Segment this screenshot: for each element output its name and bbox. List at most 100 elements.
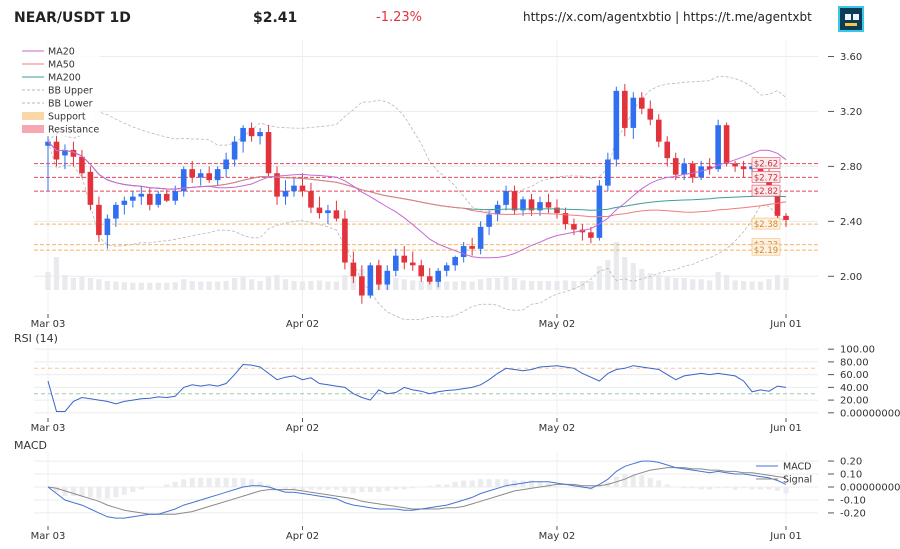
macd-histogram-bar: [147, 487, 153, 488]
macd-line: [47, 460, 787, 519]
macd-histogram-bar: [189, 477, 195, 487]
volume-bar: [690, 279, 696, 290]
x-tick-label: Apr 02: [286, 531, 319, 542]
x-tick-label: Jun 01: [769, 423, 802, 434]
candle-body: [359, 276, 365, 296]
y-tick-label: 100.00: [840, 345, 875, 356]
volume-bar: [545, 281, 552, 290]
macd-histogram-bar: [316, 487, 322, 490]
macd-histogram-bar: [350, 487, 356, 494]
candle-body: [689, 163, 696, 178]
volume-bar: [698, 279, 704, 290]
y-tick-label: 3.20: [840, 107, 862, 118]
macd-histogram-bar: [113, 487, 119, 498]
price-legend: MA20 MA50 MA200 BB Upper BB Lower Support Resi…: [16, 42, 100, 136]
x-tick-label: Mar 03: [31, 423, 66, 434]
volume-bar: [740, 281, 747, 290]
volume-bar: [299, 281, 306, 290]
volume-bar: [223, 281, 229, 290]
macd-histogram-bar: [715, 487, 721, 489]
y-tick-label: 0.00000000: [840, 408, 900, 419]
volume-bar: [257, 281, 263, 290]
volume-bar: [613, 242, 619, 290]
candle-body: [291, 185, 297, 192]
candle-body: [647, 108, 654, 120]
y-tick-label: 20.00: [840, 396, 869, 407]
candle-body: [155, 193, 162, 205]
volume-bar: [486, 278, 492, 290]
macd-histogram-bar: [359, 487, 365, 493]
y-tick-label: 0.20: [840, 457, 862, 468]
rsi-panel: RSI (14) 0.0000000020.00 40.00 60.00 80.0010…: [14, 332, 900, 434]
volume-bar: [596, 266, 602, 290]
level-label: $2.19: [754, 246, 778, 256]
candle-body: [452, 257, 458, 266]
x-tick-label: Mar 03: [31, 319, 66, 330]
candle-body: [163, 193, 170, 201]
candle-body: [223, 159, 229, 170]
macd-histogram-bar: [376, 487, 382, 493]
candle-body: [622, 90, 628, 128]
candle-body: [426, 276, 433, 282]
volume-bar: [673, 278, 679, 290]
x-tick-label: Apr 02: [286, 423, 319, 434]
volume-bar: [138, 282, 144, 290]
macd-histogram-bar: [232, 477, 238, 487]
candle-body: [443, 265, 450, 271]
volume-bar: [630, 263, 636, 290]
y-tick-label: 2.40: [840, 217, 862, 228]
level-label: $2.72: [754, 173, 778, 183]
candle-body: [732, 163, 738, 167]
volume-bar: [333, 281, 340, 290]
candle-body: [681, 163, 688, 175]
macd-histogram-bar: [478, 479, 484, 487]
y-tick-label: 40.00: [840, 383, 869, 394]
macd-histogram-bar: [766, 487, 772, 490]
candle-body: [189, 169, 196, 178]
volume-bar: [45, 272, 51, 290]
volume-bar: [130, 282, 136, 290]
volume-bar: [70, 278, 77, 290]
volume-bar: [774, 275, 781, 290]
rsi-line: [47, 363, 787, 412]
volume-bar: [647, 273, 653, 290]
volume-bar: [554, 281, 560, 290]
candle-body: [588, 232, 594, 238]
macd-histogram-bar: [308, 487, 314, 490]
volume-bar: [469, 281, 475, 290]
legend-swatch: [22, 125, 44, 133]
macd-histogram-bar: [104, 487, 110, 499]
volume-bar: [520, 280, 526, 290]
candle-body: [630, 97, 637, 128]
macd-histogram-bar: [130, 487, 136, 493]
legend-label: BB Upper: [48, 86, 93, 97]
volume-bar: [62, 275, 68, 290]
macd-panel: MACD -0.20 -0.100.00000000 0.10 0.20 MACD Sign…: [14, 439, 900, 542]
volume-bar: [147, 282, 153, 290]
volume-bar: [656, 275, 662, 290]
macd-histogram-bar: [223, 477, 229, 487]
y-tick-label: -0.10: [840, 495, 866, 506]
macd-histogram-bar: [741, 487, 747, 489]
candle-body: [545, 202, 552, 208]
candle-body: [376, 265, 382, 285]
candle-body: [342, 218, 348, 263]
candle-body: [783, 215, 789, 220]
macd-histogram-bar: [452, 481, 458, 487]
x-tick-label: May 02: [539, 531, 576, 542]
volume-bar: [248, 279, 255, 290]
macd-histogram-bar: [444, 484, 450, 487]
volume-bar: [588, 281, 594, 290]
volume-bar: [53, 257, 60, 290]
candle-body: [130, 196, 136, 201]
volume-bar: [189, 281, 195, 290]
x-tick-label: Jun 01: [769, 531, 802, 542]
legend-label: Support: [48, 112, 86, 123]
macd-title: MACD: [14, 439, 47, 452]
volume-bar: [783, 278, 789, 290]
volume-bar: [393, 278, 399, 290]
macd-histogram-bar: [673, 487, 679, 488]
volume-bar: [232, 278, 238, 290]
volume-bar: [724, 275, 730, 290]
candle-body: [240, 127, 246, 142]
